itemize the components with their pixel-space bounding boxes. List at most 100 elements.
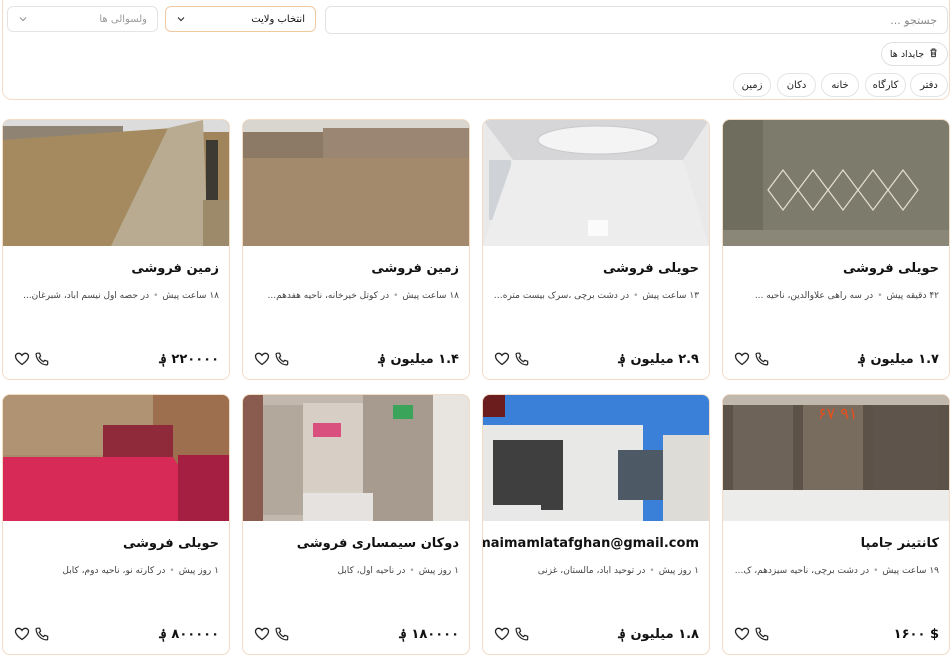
listing-price: ۲.۹ میلیون ؋ bbox=[618, 352, 699, 367]
separator-dot: • bbox=[877, 291, 883, 301]
listing-meta: ۱ روز پیش • در ناحیه اول، کابل bbox=[253, 566, 459, 576]
category-chip-house[interactable]: خانه bbox=[821, 73, 859, 97]
listing-price: ۱.۸ میلیون ؋ bbox=[618, 627, 699, 642]
category-chip-land[interactable]: زمین bbox=[733, 73, 771, 97]
listing-photo bbox=[3, 395, 229, 521]
favorite-heart-icon[interactable] bbox=[494, 626, 510, 642]
listing-price: ۱.۷ میلیون ؋ bbox=[858, 352, 939, 367]
listing-meta: ۱۳ ساعت پیش • در دشت برچی ،سرک بیست متره… bbox=[493, 291, 699, 301]
listing-location: در حصه اول نیسم آباد، شبرغان... bbox=[23, 291, 150, 301]
favorite-heart-icon[interactable] bbox=[14, 626, 30, 642]
listing-meta: ۱۹ ساعت پیش • در دشت برچی، ناحیه سیزدهم،… bbox=[733, 566, 939, 576]
phone-call-icon[interactable] bbox=[274, 351, 290, 367]
separator-dot: • bbox=[153, 291, 159, 301]
listing-meta: ۴۲ دقیقه پیش • در سه راهی علاوالدین، ناح… bbox=[733, 291, 939, 301]
separator-dot: • bbox=[409, 566, 415, 576]
listing-photo bbox=[483, 120, 709, 246]
listing-title: حویلی فروشی bbox=[602, 261, 699, 276]
category-chip-label: دفتر bbox=[920, 79, 938, 91]
listing-location: در ناحیه اول، کابل bbox=[337, 566, 406, 576]
phone-call-icon[interactable] bbox=[274, 626, 290, 642]
listing-card[interactable]: زمین فروشی ۱۸ ساعت پیش • در حصه اول نیسم… bbox=[2, 119, 230, 380]
listing-card[interactable]: حویلی فروشی ۱ روز پیش • در کارته نو، ناح… bbox=[2, 394, 230, 655]
district-select-placeholder: ولسوالی ها bbox=[99, 13, 147, 25]
listing-photo: ۶۷ ۹۱ bbox=[723, 395, 949, 521]
favorite-heart-icon[interactable] bbox=[734, 351, 750, 367]
listing-location: در دشت برچی، ناحیه سیزدهم، ک... bbox=[734, 566, 870, 576]
saved-properties-label: جایداد ها bbox=[889, 48, 925, 60]
listing-title: Rahnmaimamlatafghan@gmail.com bbox=[483, 536, 699, 551]
separator-dot: • bbox=[873, 566, 879, 576]
listing-location: در توحید آباد، مالستان، غزنی bbox=[537, 566, 646, 576]
listing-photo bbox=[243, 120, 469, 246]
filter-panel: انتخاب ولایت ولسوالی ها جایداد ها دفتر ک… bbox=[2, 0, 950, 100]
listing-price: ۱۸۰۰۰۰ ؋ bbox=[399, 627, 459, 642]
chevron-down-icon bbox=[18, 14, 28, 24]
listing-time: ۱۳ ساعت پیش bbox=[642, 291, 699, 301]
listing-location: در کارته نو، ناحیه دوم، کابل bbox=[62, 566, 166, 576]
trash-icon bbox=[928, 47, 939, 61]
listing-location: در کوتل خیرخانه، ناحیه هفدهم... bbox=[267, 291, 390, 301]
listing-title: حویلی فروشی bbox=[842, 261, 939, 276]
listing-time: ۱ روز پیش bbox=[178, 566, 219, 576]
svg-text:۶۷ ۹۱: ۶۷ ۹۱ bbox=[818, 404, 857, 423]
listing-time: ۱ روز پیش bbox=[418, 566, 459, 576]
category-chip-label: خانه bbox=[831, 79, 849, 91]
listing-time: ۱۸ ساعت پیش bbox=[162, 291, 219, 301]
search-input[interactable] bbox=[325, 6, 948, 34]
chevron-down-icon bbox=[176, 14, 186, 24]
listing-card[interactable]: زمین فروشی ۱۸ ساعت پیش • در کوتل خیرخانه… bbox=[242, 119, 470, 380]
listing-time: ۱۹ ساعت پیش bbox=[882, 566, 939, 576]
province-select-label: انتخاب ولایت bbox=[251, 13, 305, 25]
category-chip-office[interactable]: دفتر bbox=[910, 73, 948, 97]
separator-dot: • bbox=[393, 291, 399, 301]
separator-dot: • bbox=[169, 566, 175, 576]
favorite-heart-icon[interactable] bbox=[254, 626, 270, 642]
listing-title: زمین فروشی bbox=[131, 261, 219, 276]
phone-call-icon[interactable] bbox=[514, 626, 530, 642]
separator-dot: • bbox=[649, 566, 655, 576]
category-chip-workshop[interactable]: کارگاه bbox=[865, 73, 906, 97]
category-chip-label: دکان bbox=[786, 79, 807, 91]
favorite-heart-icon[interactable] bbox=[734, 626, 750, 642]
separator-dot: • bbox=[633, 291, 639, 301]
listing-meta: ۱۸ ساعت پیش • در کوتل خیرخانه، ناحیه هفد… bbox=[253, 291, 459, 301]
listing-meta: ۱ روز پیش • در توحید آباد، مالستان، غزنی bbox=[493, 566, 699, 576]
listing-photo bbox=[723, 120, 949, 246]
listing-title: کانتینر جامپا bbox=[860, 536, 939, 551]
listing-meta: ۱۸ ساعت پیش • در حصه اول نیسم آباد، شبرغ… bbox=[13, 291, 219, 301]
listing-card[interactable]: حویلی فروشی ۴۲ دقیقه پیش • در سه راهی عل… bbox=[722, 119, 950, 380]
phone-call-icon[interactable] bbox=[34, 351, 50, 367]
listing-price: $ ۱۶۰۰ bbox=[893, 627, 939, 642]
listing-photo bbox=[243, 395, 469, 521]
phone-call-icon[interactable] bbox=[754, 351, 770, 367]
listing-card[interactable]: حویلی فروشی ۱۳ ساعت پیش • در دشت برچی ،س… bbox=[482, 119, 710, 380]
listing-time: ۱۸ ساعت پیش bbox=[402, 291, 459, 301]
category-chip-shop[interactable]: دکان bbox=[777, 73, 816, 97]
saved-properties-button[interactable]: جایداد ها bbox=[881, 42, 948, 66]
listing-price: ۸۰۰۰۰۰ ؋ bbox=[159, 627, 219, 642]
favorite-heart-icon[interactable] bbox=[494, 351, 510, 367]
phone-call-icon[interactable] bbox=[754, 626, 770, 642]
listing-price: ۱.۴ میلیون ؋ bbox=[378, 352, 459, 367]
listing-card[interactable]: Rahnmaimamlatafghan@gmail.com ۱ روز پیش … bbox=[482, 394, 710, 655]
province-select[interactable]: انتخاب ولایت bbox=[165, 6, 316, 32]
listing-photo bbox=[483, 395, 709, 521]
listing-meta: ۱ روز پیش • در کارته نو، ناحیه دوم، کابل bbox=[13, 566, 219, 576]
listing-card[interactable]: ۶۷ ۹۱ کانتینر جامپا ۱۹ ساعت پیش • در دشت… bbox=[722, 394, 950, 655]
district-select[interactable]: ولسوالی ها bbox=[7, 6, 158, 32]
favorite-heart-icon[interactable] bbox=[254, 351, 270, 367]
phone-call-icon[interactable] bbox=[514, 351, 530, 367]
listing-photo bbox=[3, 120, 229, 246]
listing-title: حویلی فروشی bbox=[122, 536, 219, 551]
phone-call-icon[interactable] bbox=[34, 626, 50, 642]
listing-time: ۱ روز پیش bbox=[658, 566, 699, 576]
category-chip-label: کارگاه bbox=[872, 79, 899, 91]
favorite-heart-icon[interactable] bbox=[14, 351, 30, 367]
listing-location: در دشت برچی ،سرک بیست متره ... bbox=[493, 291, 630, 301]
listing-location: در سه راهی علاوالدین، ناحیه ... bbox=[754, 291, 874, 301]
listing-card[interactable]: دوکان سیمساری فروشی ۱ روز پیش • در ناحیه… bbox=[242, 394, 470, 655]
listing-price: ۲۲۰۰۰۰ ؋ bbox=[159, 352, 219, 367]
listing-title: زمین فروشی bbox=[371, 261, 459, 276]
listing-title: دوکان سیمساری فروشی bbox=[296, 536, 459, 551]
